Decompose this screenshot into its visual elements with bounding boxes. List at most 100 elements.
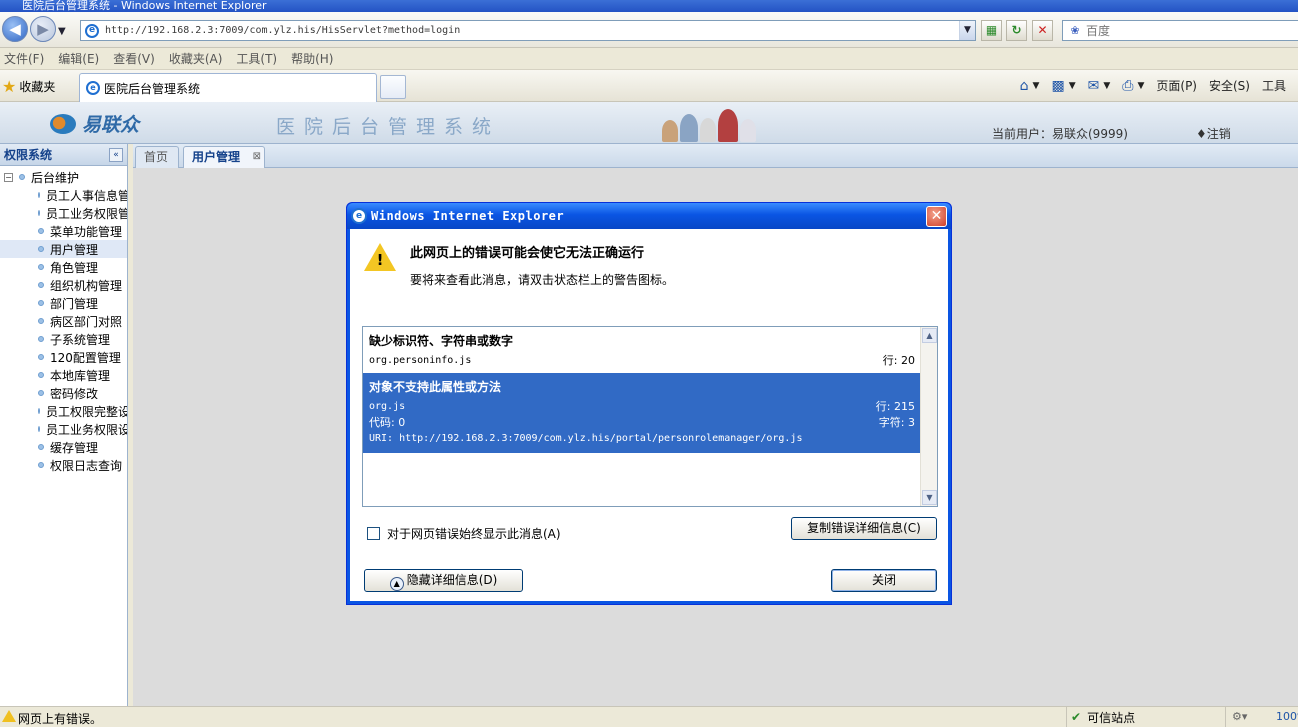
scroll-down-icon[interactable]: ▼ (922, 490, 937, 505)
page-error-warning-icon[interactable] (2, 710, 16, 722)
leaf-icon (38, 246, 44, 252)
sidebar-item[interactable]: 密码修改 (0, 384, 127, 402)
tab-user-management[interactable]: 用户管理 ⊠ (183, 146, 265, 168)
always-show-label: 对于网页错误始终显示此消息(A) (387, 527, 561, 541)
menu-favorites[interactable]: 收藏夹(A) (169, 50, 223, 67)
home-icon[interactable]: ⌂ (1020, 78, 1029, 94)
leaf-icon (38, 210, 40, 216)
dialog-body: ! 此网页上的错误可能会使它无法正确运行 要将来查看此消息，请双击状态栏上的警告… (350, 229, 948, 601)
tree-node-root[interactable]: − 后台维护 (0, 168, 127, 186)
sidebar-item[interactable]: 员工人事信息管理 (0, 186, 127, 204)
leaf-icon (38, 264, 44, 270)
always-show-checkbox[interactable]: 对于网页错误始终显示此消息(A) (367, 525, 561, 542)
sidebar-item[interactable]: 组织机构管理 (0, 276, 127, 294)
sidebar-item[interactable]: 缓存管理 (0, 438, 127, 456)
sidebar-item[interactable]: 员工业务权限管理 (0, 204, 127, 222)
folder-icon (19, 174, 25, 180)
sidebar-item[interactable]: 本地库管理 (0, 366, 127, 384)
mail-icon[interactable]: ✉ (1088, 78, 1100, 94)
tab-home[interactable]: 首页 (135, 146, 179, 168)
favorites-button[interactable]: ★ 收藏夹 (2, 77, 55, 96)
compatibility-icon: ▦ (985, 23, 998, 37)
url-dropdown-button[interactable]: ▼ (959, 21, 975, 40)
page-menu[interactable]: 页面(P) (1156, 77, 1197, 94)
mail-dropdown[interactable]: ▼ (1103, 81, 1110, 91)
print-dropdown[interactable]: ▼ (1137, 81, 1144, 91)
error-message: 对象不支持此属性或方法 (369, 380, 502, 394)
tab-close-icon[interactable]: ⊠ (253, 147, 261, 167)
error-message: 缺少标识符、字符串或数字 (369, 334, 514, 348)
leaf-icon (38, 300, 44, 306)
error-details-list[interactable]: 缺少标识符、字符串或数字 org.personinfo.js 行: 20 对象不… (362, 326, 938, 507)
menu-view[interactable]: 查看(V) (113, 50, 155, 67)
sidebar-item[interactable]: 员工业务权限设置 (0, 420, 127, 438)
compatibility-view-button[interactable]: ▦ (981, 20, 1002, 41)
url-text[interactable]: http://192.168.2.3:7009/com.ylz.his/HisS… (105, 25, 959, 36)
sidebar-item[interactable]: 角色管理 (0, 258, 127, 276)
sidebar-item[interactable]: 权限日志查询 (0, 456, 127, 474)
feeds-dropdown[interactable]: ▼ (1069, 81, 1076, 91)
sidebar-item[interactable]: 子系统管理 (0, 330, 127, 348)
error-entry[interactable]: 缺少标识符、字符串或数字 org.personinfo.js 行: 20 (363, 327, 921, 374)
search-placeholder: 百度 (1086, 24, 1111, 38)
sidebar-item-label: 员工业务权限设置 (46, 422, 127, 437)
dialog-titlebar: e Windows Internet Explorer ✕ (347, 203, 951, 229)
menu-edit[interactable]: 编辑(E) (58, 50, 99, 67)
logout-label: 注销 (1206, 127, 1231, 141)
menu-tools[interactable]: 工具(T) (236, 50, 277, 67)
logo-text: 易联众 (82, 114, 140, 136)
menu-file[interactable]: 文件(F) (4, 50, 44, 67)
refresh-button[interactable]: ↻ (1006, 20, 1027, 41)
recent-pages-dropdown[interactable]: ▼ (58, 26, 66, 37)
sidebar-item-label: 病区部门对照 (50, 314, 123, 329)
logout-link[interactable]: ♦注销 (1196, 125, 1231, 142)
sidebar-item[interactable]: 部门管理 (0, 294, 127, 312)
sidebar-item-label: 密码修改 (50, 386, 99, 401)
close-button[interactable]: 关闭 (831, 569, 937, 592)
sidebar-item[interactable]: 菜单功能管理 (0, 222, 127, 240)
dialog-instruction: 要将来查看此消息，请双击状态栏上的警告图标。 (410, 273, 675, 287)
content-tab-strip: 首页 用户管理 ⊠ (133, 144, 1298, 168)
sidebar-item[interactable]: 员工权限完整设置 (0, 402, 127, 420)
copy-details-label: 复制错误详细信息(C) (807, 521, 921, 535)
command-bar: ⌂ ▼ ▩ ▼ ✉ ▼ ⎙ ▼ 页面(P) 安全(S) 工具 (1020, 77, 1298, 94)
status-text[interactable]: 网页上有错误。 (18, 710, 102, 727)
sidebar-item[interactable]: 用户管理 (0, 240, 127, 258)
dialog-close-button[interactable]: ✕ (926, 206, 947, 227)
zoom-level[interactable]: 100% (1276, 710, 1298, 723)
forward-button[interactable]: ▶ (30, 16, 56, 42)
feeds-icon[interactable]: ▩ (1051, 78, 1064, 94)
scroll-up-icon[interactable]: ▲ (922, 328, 937, 343)
tree-collapse-icon[interactable]: − (4, 172, 13, 182)
error-file: org.js (369, 401, 406, 412)
sidebar-item-label: 缓存管理 (50, 440, 99, 455)
ie-icon: e (351, 208, 367, 224)
search-field[interactable]: ❀ 百度 (1062, 20, 1298, 41)
warning-exclamation: ! (376, 251, 384, 269)
collapse-sidebar-button[interactable]: « (109, 147, 123, 162)
stop-button[interactable]: ✕ (1032, 20, 1053, 41)
error-entry-selected[interactable]: 对象不支持此属性或方法 org.js 行: 215 代码: 0 字符: 3 UR… (363, 373, 921, 453)
hide-details-button[interactable]: ▲ 隐藏详细信息(D) (364, 569, 523, 592)
sidebar-header: 权限系统 « (0, 144, 127, 166)
error-list-scrollbar[interactable]: ▲ ▼ (920, 327, 937, 506)
safety-menu[interactable]: 安全(S) (1209, 77, 1250, 94)
error-code: 代码: 0 (369, 416, 406, 429)
protected-mode-icon[interactable]: ⚙▾ (1232, 710, 1247, 723)
sidebar-item[interactable]: 120配置管理 (0, 348, 127, 366)
home-dropdown[interactable]: ▼ (1033, 81, 1040, 91)
url-field[interactable]: e http://192.168.2.3:7009/com.ylz.his/Hi… (80, 20, 976, 41)
checkbox-box[interactable] (367, 527, 380, 540)
ie-page-icon: e (86, 81, 100, 95)
sidebar-item[interactable]: 病区部门对照 (0, 312, 127, 330)
copy-error-details-button[interactable]: 复制错误详细信息(C) (791, 517, 937, 540)
sidebar-item-label: 子系统管理 (50, 332, 111, 347)
security-zone[interactable]: ✔ 可信站点 (1066, 707, 1226, 727)
menu-help[interactable]: 帮助(H) (291, 50, 333, 67)
back-button[interactable]: ◀ (2, 16, 28, 42)
sidebar-item-label: 本地库管理 (50, 368, 111, 383)
print-icon[interactable]: ⎙ (1122, 78, 1133, 94)
tools-menu[interactable]: 工具 (1262, 77, 1286, 94)
browser-tab-active[interactable]: e 医院后台管理系统 (79, 73, 377, 102)
new-tab-button[interactable] (380, 75, 406, 99)
